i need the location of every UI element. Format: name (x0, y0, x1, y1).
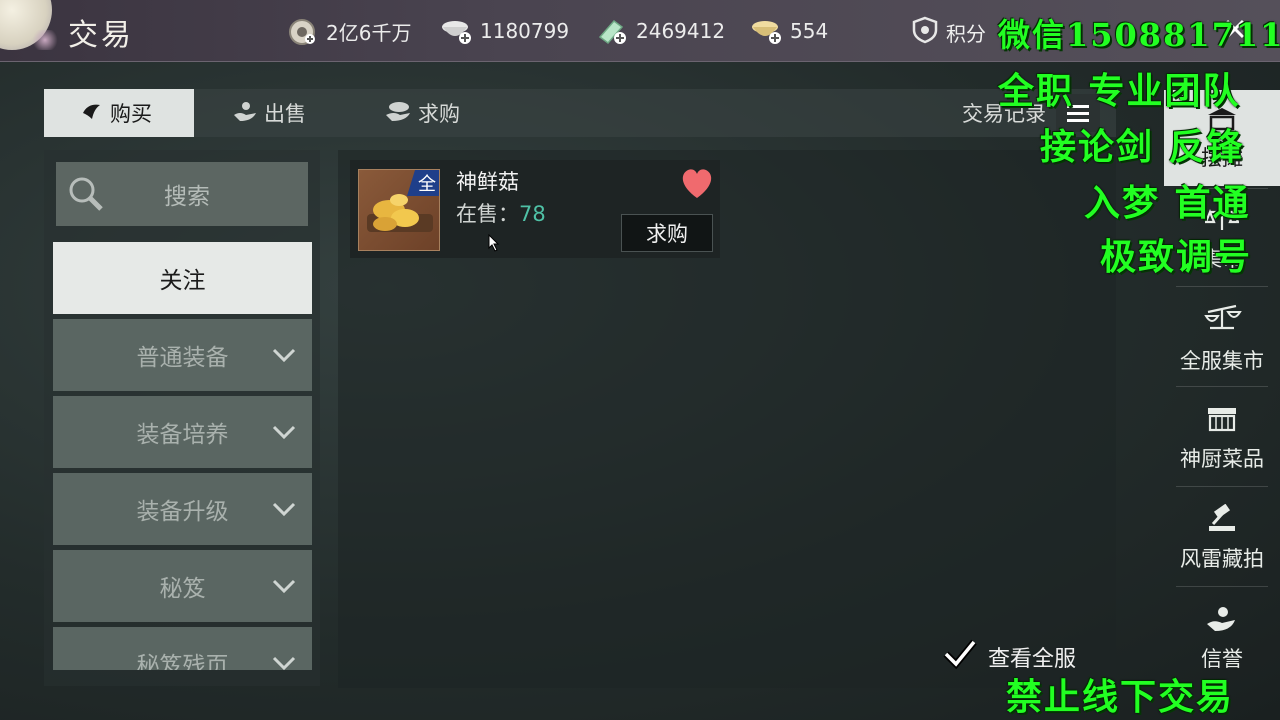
category-panel: 搜索 关注 普通装备 装备培养 装备升级 秘笈 秘笈残页 (44, 150, 320, 686)
item-list-panel: 全 神鲜菇 在售：78 求购 (338, 150, 1116, 688)
tab-request[interactable]: 求购 (384, 89, 460, 137)
stock-value: 78 (519, 202, 546, 226)
category-label: 关注 (159, 268, 206, 294)
currency-jade-value: 2469412 (636, 19, 726, 43)
rail-auction[interactable]: 风雷藏拍 (1164, 490, 1280, 586)
rail-label: 全服集市 (1180, 348, 1264, 373)
overlay-wechat-text: 微信1508817117 (998, 16, 1280, 54)
currency-gold[interactable]: 554 (750, 16, 828, 46)
score-display[interactable]: 积分 (912, 16, 986, 49)
heart-icon[interactable] (678, 166, 716, 200)
request-icon (384, 99, 412, 128)
blossom-decoration (30, 30, 60, 50)
rail-divider (1176, 286, 1268, 287)
page-title: 交易 (68, 18, 134, 53)
category-follow[interactable]: 关注 (53, 242, 312, 314)
overlay-text-line4: 极致调号 (1100, 236, 1253, 278)
coin-bag-icon (286, 17, 318, 45)
chevron-down-icon (270, 495, 298, 523)
checkmark-icon (942, 638, 978, 676)
currency-silver[interactable]: 1180799 (440, 16, 569, 46)
auction-gavel-icon (1205, 503, 1239, 539)
request-buy-button[interactable]: 求购 (621, 214, 713, 252)
category-label: 普通装备 (136, 345, 229, 371)
category-list[interactable]: 关注 普通装备 装备培养 装备升级 秘笈 秘笈残页 (44, 150, 320, 670)
gold-ingot-add-icon (750, 17, 782, 45)
overlay-bottom-text: 禁止线下交易 (1006, 676, 1235, 718)
kitchen-icon (1205, 404, 1239, 439)
rail-divider (1176, 586, 1268, 587)
tab-sell-label: 出售 (264, 102, 306, 126)
category-equipment-training[interactable]: 装备培养 (53, 396, 312, 468)
trade-tabs: 购买 出售 求购 交易记录 (44, 89, 1116, 137)
tab-buy-label: 购买 (110, 102, 152, 126)
shield-icon (912, 16, 938, 49)
tab-sell[interactable]: 出售 (232, 89, 306, 137)
rail-chef-dishes[interactable]: 神厨菜品 (1164, 390, 1280, 486)
silver-ingot-add-icon (440, 17, 472, 45)
rail-label: 神厨菜品 (1180, 446, 1264, 471)
buy-icon (80, 99, 104, 128)
category-secret-manual[interactable]: 秘笈 (53, 550, 312, 622)
score-label: 积分 (946, 22, 986, 46)
category-label: 秘笈残页 (136, 653, 229, 670)
tab-request-label: 求购 (418, 102, 460, 126)
currency-coins-value: 2亿6千万 (326, 20, 412, 45)
overlay-text-line1: 全职 专业团队 (998, 70, 1241, 112)
currency-jade[interactable]: 2469412 (596, 16, 725, 46)
currency-silver-value: 1180799 (480, 19, 570, 43)
reputation-icon (1205, 604, 1239, 639)
category-manual-fragments[interactable]: 秘笈残页 (53, 627, 312, 670)
chevron-down-icon (270, 418, 298, 446)
chevron-down-icon (270, 341, 298, 369)
mouse-cursor-icon (488, 233, 500, 252)
item-name: 神鲜菇 (456, 170, 519, 194)
overlay-text-line2: 接论剑 反锋 (1040, 126, 1245, 168)
rail-server-market[interactable]: 全服集市 (1164, 290, 1280, 386)
category-label: 秘笈 (159, 576, 206, 602)
jade-ticket-add-icon (596, 17, 628, 45)
rail-divider (1176, 386, 1268, 387)
currency-coins[interactable]: 2亿6千万 (286, 16, 411, 46)
tab-buy[interactable]: 购买 (44, 89, 194, 137)
sell-hand-icon (232, 99, 258, 128)
rail-label: 风雷藏拍 (1180, 546, 1264, 571)
stock-label: 在售： (456, 202, 519, 226)
item-stock: 在售：78 (456, 198, 546, 228)
category-label: 装备升级 (136, 499, 229, 525)
currency-gold-value: 554 (790, 19, 829, 43)
category-normal-equipment[interactable]: 普通装备 (53, 319, 312, 391)
category-equipment-upgrade[interactable]: 装备升级 (53, 473, 312, 545)
server-scale-icon (1202, 302, 1242, 341)
rail-divider (1176, 486, 1268, 487)
item-card[interactable]: 全 神鲜菇 在售：78 求购 (350, 160, 720, 258)
category-label: 装备培养 (136, 422, 229, 448)
chevron-down-icon (270, 572, 298, 600)
chevron-down-icon (270, 649, 298, 670)
overlay-text-line3: 入梦 首通 (1084, 182, 1251, 224)
mushroom-item-icon: 全 (358, 169, 440, 251)
